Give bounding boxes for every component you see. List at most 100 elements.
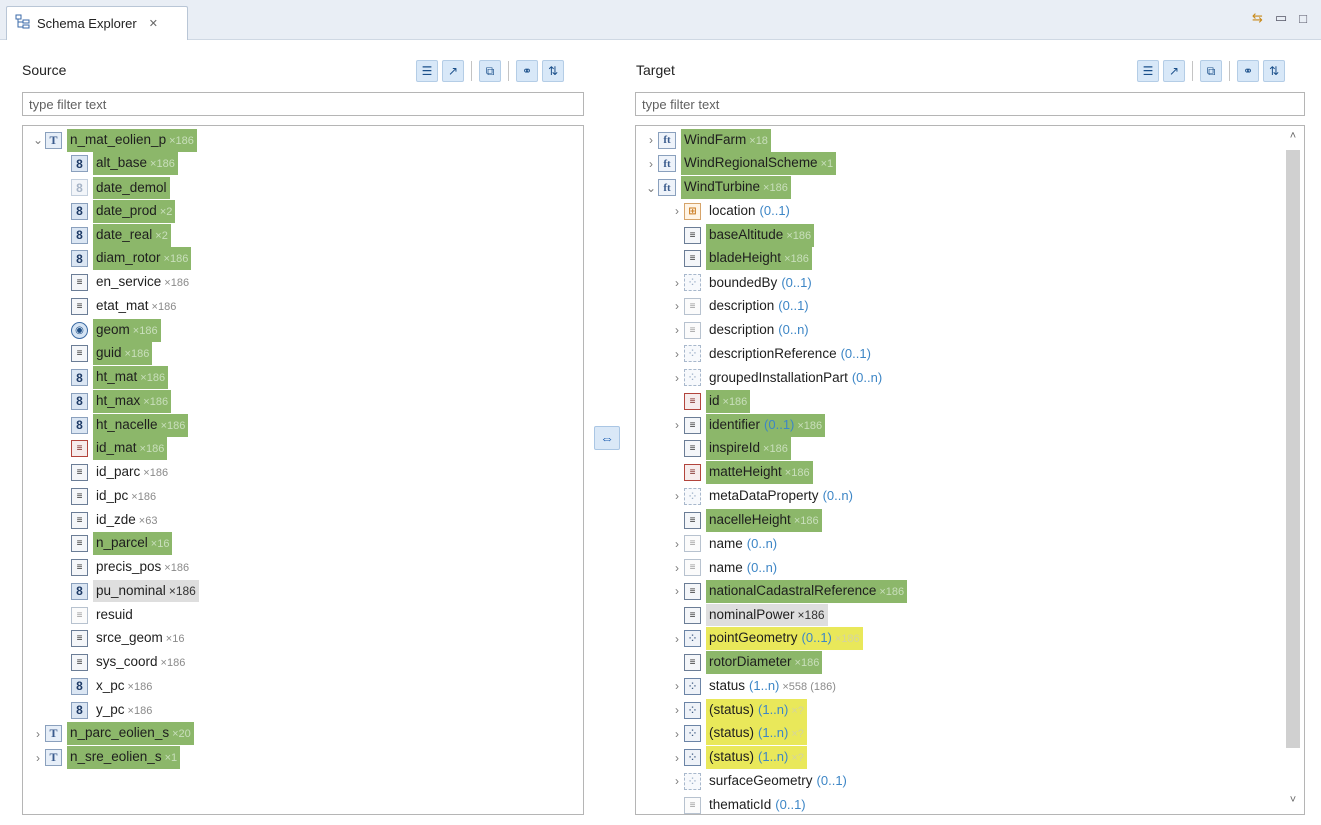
tree-row[interactable]: › Tn_parc_eolien_s ×20 bbox=[23, 722, 194, 746]
sort-button[interactable]: ⇅ bbox=[1263, 60, 1285, 82]
expand-chevron-icon[interactable]: › bbox=[670, 204, 684, 218]
tree-row[interactable]: ≡ id_zde ×63 bbox=[23, 508, 160, 532]
tree-row[interactable]: › ⁘ descriptionReference (0..1) bbox=[636, 342, 874, 366]
tree-row[interactable]: ≡ srce_geom ×16 bbox=[23, 627, 187, 651]
tree-row[interactable]: 8 y_pc ×186 bbox=[23, 698, 155, 722]
tree-row[interactable]: ≡ precis_pos ×186 bbox=[23, 556, 192, 580]
tree-row[interactable]: › ⊞ location (0..1) bbox=[636, 199, 793, 223]
link-editor-button[interactable]: ↗ bbox=[1163, 60, 1185, 82]
tree-row[interactable]: › ft WindFarm ×18 bbox=[636, 128, 771, 152]
sync-icon[interactable]: ⇆ bbox=[1252, 10, 1263, 26]
expand-chevron-icon[interactable]: › bbox=[670, 632, 684, 646]
tab-close-icon[interactable]: ✕ bbox=[149, 17, 158, 30]
tree-row[interactable]: › ⁘ (status) (1..n) ×? bbox=[636, 722, 807, 746]
expand-chevron-icon[interactable]: › bbox=[670, 537, 684, 551]
expand-chevron-icon[interactable]: › bbox=[670, 418, 684, 432]
tree-row[interactable]: ≡ nacelleHeight ×186 bbox=[636, 508, 822, 532]
tree-row[interactable]: › ⁘ groupedInstallationPart (0..n) bbox=[636, 366, 885, 390]
tree-row[interactable]: › ⁘ status (1..n) ×558 (186) bbox=[636, 674, 839, 698]
tree-row[interactable]: ≡ id_mat ×186 bbox=[23, 437, 168, 461]
expand-chevron-icon[interactable]: › bbox=[670, 299, 684, 313]
tree-row[interactable]: › ≡ description (0..n) bbox=[636, 318, 812, 342]
tree-row[interactable]: 8 diam_rotor ×186 bbox=[23, 247, 192, 271]
tree-row[interactable]: ≡ n_parcel ×16 bbox=[23, 532, 173, 556]
minimize-icon[interactable]: ▭ bbox=[1275, 10, 1287, 26]
tree-row[interactable]: ◉ geom ×186 bbox=[23, 318, 161, 342]
tree-row[interactable]: ≡ rotorDiameter ×186 bbox=[636, 651, 823, 675]
tree-row[interactable]: 8 ht_mat ×186 bbox=[23, 366, 169, 390]
sort-button[interactable]: ⇅ bbox=[542, 60, 564, 82]
tree-row[interactable]: ≡ baseAltitude ×186 bbox=[636, 223, 815, 247]
tree-row[interactable]: › ⁘ metaDataProperty (0..n) bbox=[636, 484, 856, 508]
tree-row[interactable]: 8 date_real ×2 bbox=[23, 223, 171, 247]
expand-chevron-icon[interactable]: › bbox=[670, 347, 684, 361]
expand-chevron-icon[interactable]: › bbox=[31, 751, 45, 765]
tree-row[interactable]: 8 ht_max ×186 bbox=[23, 389, 172, 413]
link-editor-button[interactable]: ↗ bbox=[442, 60, 464, 82]
target-scrollbar[interactable]: ˄ ˅ bbox=[1284, 130, 1302, 810]
tree-row[interactable]: › ⁘ boundedBy (0..1) bbox=[636, 271, 815, 295]
tree-row[interactable]: ≡ id_pc ×186 bbox=[23, 484, 159, 508]
expand-chevron-icon[interactable]: › bbox=[670, 584, 684, 598]
list-view-button[interactable]: ☰ bbox=[1137, 60, 1159, 82]
tree-row[interactable]: ≡ etat_mat ×186 bbox=[23, 294, 179, 318]
expand-chevron-icon[interactable]: › bbox=[670, 371, 684, 385]
tree-row[interactable]: 8 x_pc ×186 bbox=[23, 674, 155, 698]
expand-chevron-icon[interactable]: › bbox=[670, 276, 684, 290]
tree-row[interactable]: ⌄ Tn_mat_eolien_p ×186 bbox=[23, 128, 197, 152]
scrollbar-thumb[interactable] bbox=[1286, 150, 1300, 748]
tree-row[interactable]: › ≡ identifier (0..1) ×186 bbox=[636, 413, 826, 437]
tree-row[interactable]: 8 ht_nacelle ×186 bbox=[23, 413, 189, 437]
list-view-button[interactable]: ☰ bbox=[416, 60, 438, 82]
expand-chevron-icon[interactable]: › bbox=[670, 561, 684, 575]
expand-chevron-icon[interactable]: › bbox=[31, 727, 45, 741]
expand-chevron-icon[interactable]: › bbox=[670, 751, 684, 765]
tree-row[interactable]: 8 date_demol bbox=[23, 176, 170, 200]
target-filter-input[interactable] bbox=[635, 92, 1305, 116]
expand-chevron-icon[interactable]: › bbox=[644, 157, 658, 171]
tree-row[interactable]: ≡ resuid bbox=[23, 603, 136, 627]
tree-row[interactable]: ≡ inspireId ×186 bbox=[636, 437, 791, 461]
tree-row[interactable]: ≡ bladeHeight ×186 bbox=[636, 247, 812, 271]
tree-row[interactable]: ≡ matteHeight ×186 bbox=[636, 461, 813, 485]
map-button[interactable]: ⇔ bbox=[594, 426, 620, 450]
tree-row[interactable]: ⌄ ft WindTurbine ×186 bbox=[636, 176, 791, 200]
group-button[interactable]: ⚭ bbox=[516, 60, 538, 82]
hierarchy-button[interactable]: ⧉ bbox=[479, 60, 501, 82]
tab-schema-explorer[interactable]: Schema Explorer ✕ bbox=[6, 6, 188, 40]
tree-row[interactable]: ≡ guid ×186 bbox=[23, 342, 153, 366]
expand-chevron-icon[interactable]: › bbox=[670, 703, 684, 717]
tree-row[interactable]: ≡ thematicId (0..1) bbox=[636, 793, 809, 814]
tree-row[interactable]: › ≡ description (0..1) bbox=[636, 294, 812, 318]
tree-row[interactable]: ≡ nominalPower ×186 bbox=[636, 603, 828, 627]
tree-row[interactable]: ≡ en_service ×186 bbox=[23, 271, 192, 295]
tree-row[interactable]: › ft WindRegionalScheme ×1 bbox=[636, 152, 837, 176]
expand-chevron-icon[interactable]: › bbox=[670, 727, 684, 741]
tree-row[interactable]: 8 pu_nominal ×186 bbox=[23, 579, 199, 603]
expand-chevron-icon[interactable]: › bbox=[670, 679, 684, 693]
tree-row[interactable]: ≡ sys_coord ×186 bbox=[23, 651, 188, 675]
scroll-down-arrow[interactable]: ˅ bbox=[1284, 794, 1302, 806]
expand-chevron-icon[interactable]: › bbox=[670, 489, 684, 503]
tree-row[interactable]: ≡ id_parc ×186 bbox=[23, 461, 171, 485]
expand-chevron-icon[interactable]: › bbox=[644, 133, 658, 147]
tree-row[interactable]: › ≡ nationalCadastralReference ×186 bbox=[636, 579, 908, 603]
tree-row[interactable]: › ⁘ surfaceGeometry (0..1) bbox=[636, 769, 850, 793]
tree-row[interactable]: ≡ id ×186 bbox=[636, 389, 751, 413]
source-filter-input[interactable] bbox=[22, 92, 584, 116]
scroll-up-arrow[interactable]: ˄ bbox=[1284, 130, 1302, 142]
expand-chevron-icon[interactable]: ⌄ bbox=[644, 181, 658, 195]
tree-row[interactable]: › ≡ name (0..n) bbox=[636, 556, 780, 580]
expand-chevron-icon[interactable]: ⌄ bbox=[31, 133, 45, 147]
maximize-icon[interactable]: □ bbox=[1299, 11, 1307, 26]
expand-chevron-icon[interactable]: › bbox=[670, 774, 684, 788]
tree-row[interactable]: 8 alt_base ×186 bbox=[23, 152, 178, 176]
tree-row[interactable]: 8 date_prod ×2 bbox=[23, 199, 176, 223]
tree-row[interactable]: › ≡ name (0..n) bbox=[636, 532, 780, 556]
tree-row[interactable]: › ⁘ (status) (1..n) ×? bbox=[636, 746, 807, 770]
group-button[interactable]: ⚭ bbox=[1237, 60, 1259, 82]
tree-row[interactable]: › ⁘ pointGeometry (0..1) ×186 bbox=[636, 627, 863, 651]
tree-row[interactable]: › Tn_sre_eolien_s ×1 bbox=[23, 746, 181, 770]
expand-chevron-icon[interactable]: › bbox=[670, 323, 684, 337]
hierarchy-button[interactable]: ⧉ bbox=[1200, 60, 1222, 82]
